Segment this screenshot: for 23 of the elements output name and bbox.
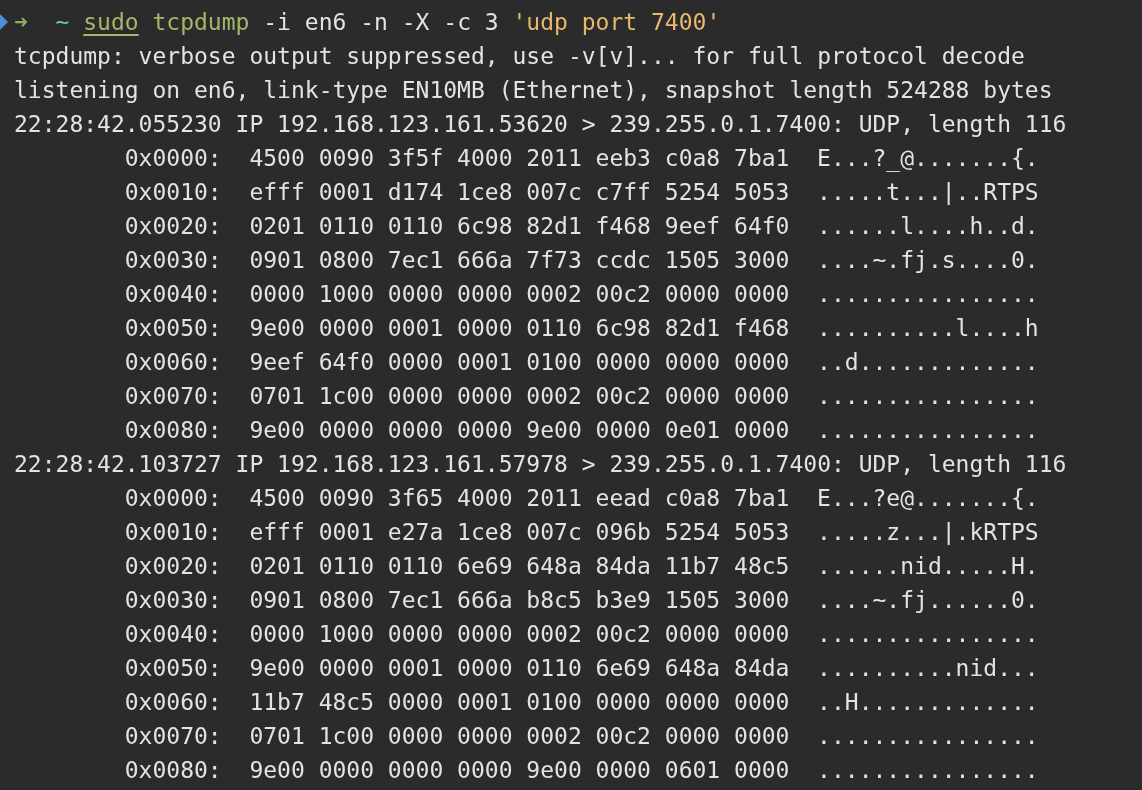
hex-dump-row: 0x0000: 4500 0090 3f5f 4000 2011 eeb3 c0a8 7ba1 E...?_@.......{.: [124, 145, 1039, 171]
hex-dump-row: 0x0020: 0201 0110 0110 6c98 82d1 f468 9eef 64f0 ......l....h..d.: [124, 213, 1039, 239]
hex-dump-row: 0x0050: 9e00 0000 0001 0000 0110 6c98 82d1 f468 ..........l....h: [124, 315, 1039, 341]
hex-dump-row: 0x0030: 0901 0800 7ec1 666a 7f73 ccdc 1505 3000 ....~.fj.s....0.: [124, 247, 1039, 273]
hex-dump-row: 0x0080: 9e00 0000 0000 0000 9e00 0000 0601 0000 ................: [124, 757, 1039, 783]
hex-dump-row: 0x0080: 9e00 0000 0000 0000 9e00 0000 0e01 0000 ................: [124, 417, 1039, 443]
hex-dump-row: 0x0020: 0201 0110 0110 6e69 648a 84da 11b7 48c5 ......nid.....H.: [124, 553, 1039, 579]
hex-dump-row: 0x0070: 0701 1c00 0000 0000 0002 00c2 0000 0000 ................: [124, 723, 1039, 749]
output-line: listening on en6, link-type EN10MB (Ethernet), snapshot length 524288 bytes: [14, 77, 1053, 103]
hex-dump-row: 0x0050: 9e00 0000 0001 0000 0110 6e69 648a 84da ..........nid...: [124, 655, 1039, 681]
hex-dump-row: 0x0010: efff 0001 d174 1ce8 007c c7ff 5254 5053 .....t...|..RTPS: [124, 179, 1039, 205]
hex-dump-row: 0x0060: 9eef 64f0 0000 0001 0100 0000 0000 0000 ..d.............: [124, 349, 1039, 375]
hex-dump-row: 0x0060: 11b7 48c5 0000 0001 0100 0000 0000 0000 ..H.............: [124, 689, 1039, 715]
packet-header: 22:28:42.055230 IP 192.168.123.161.53620 > 239.255.0.1.7400: UDP, length 116: [14, 111, 1067, 137]
hex-dump-row: 0x0000: 4500 0090 3f65 4000 2011 eead c0a8 7ba1 E...?e@.......{.: [124, 485, 1039, 511]
output-line: tcpdump: verbose output suppressed, use -v[v]... for full protocol decode: [14, 43, 1025, 69]
hex-dump-row: 0x0010: efff 0001 e27a 1ce8 007c 096b 5254 5053 .....z...|.kRTPS: [124, 519, 1039, 545]
packet-header: 22:28:42.103727 IP 192.168.123.161.57978 > 239.255.0.1.7400: UDP, length 116: [14, 451, 1067, 477]
hex-dump-row: 0x0070: 0701 1c00 0000 0000 0002 00c2 0000 0000 ................: [124, 383, 1039, 409]
command-line: ➜ ~ sudo tcpdump -i en6 -n -X -c 3 'udp port 7400': [14, 8, 721, 37]
hex-dump-row: 0x0030: 0901 0800 7ec1 666a b8c5 b3e9 1505 3000 ....~.fj......0.: [124, 587, 1039, 613]
hex-dump-row: 0x0040: 0000 1000 0000 0000 0002 00c2 0000 0000 ................: [124, 621, 1039, 647]
hex-dump-row: 0x0040: 0000 1000 0000 0000 0002 00c2 0000 0000 ................: [124, 281, 1039, 307]
